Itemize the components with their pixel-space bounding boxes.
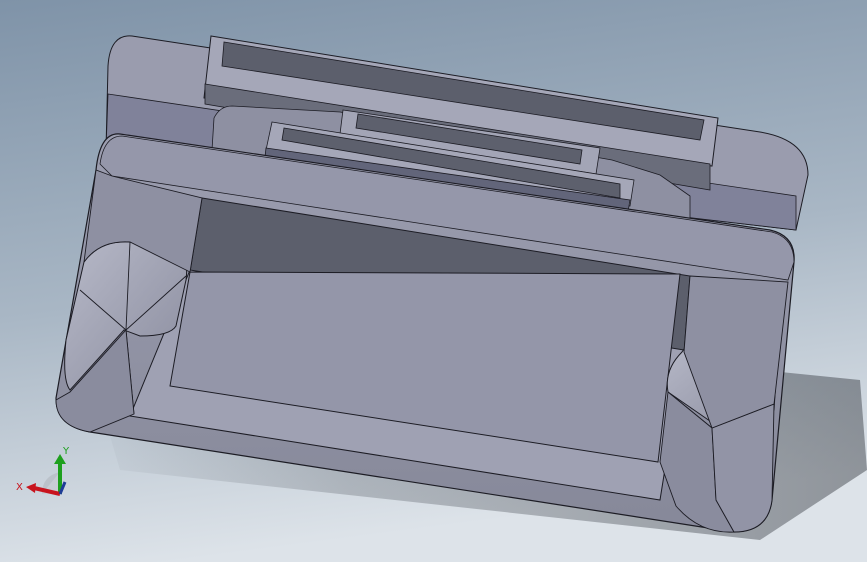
cad-model-view[interactable]: [0, 0, 867, 562]
graphics-viewport[interactable]: X Y: [0, 0, 867, 562]
coordinate-triad: X Y: [12, 442, 82, 506]
triad-y-label: Y: [62, 446, 70, 457]
triad-x-arrow: [26, 483, 36, 493]
triad-x-label: X: [16, 482, 23, 493]
